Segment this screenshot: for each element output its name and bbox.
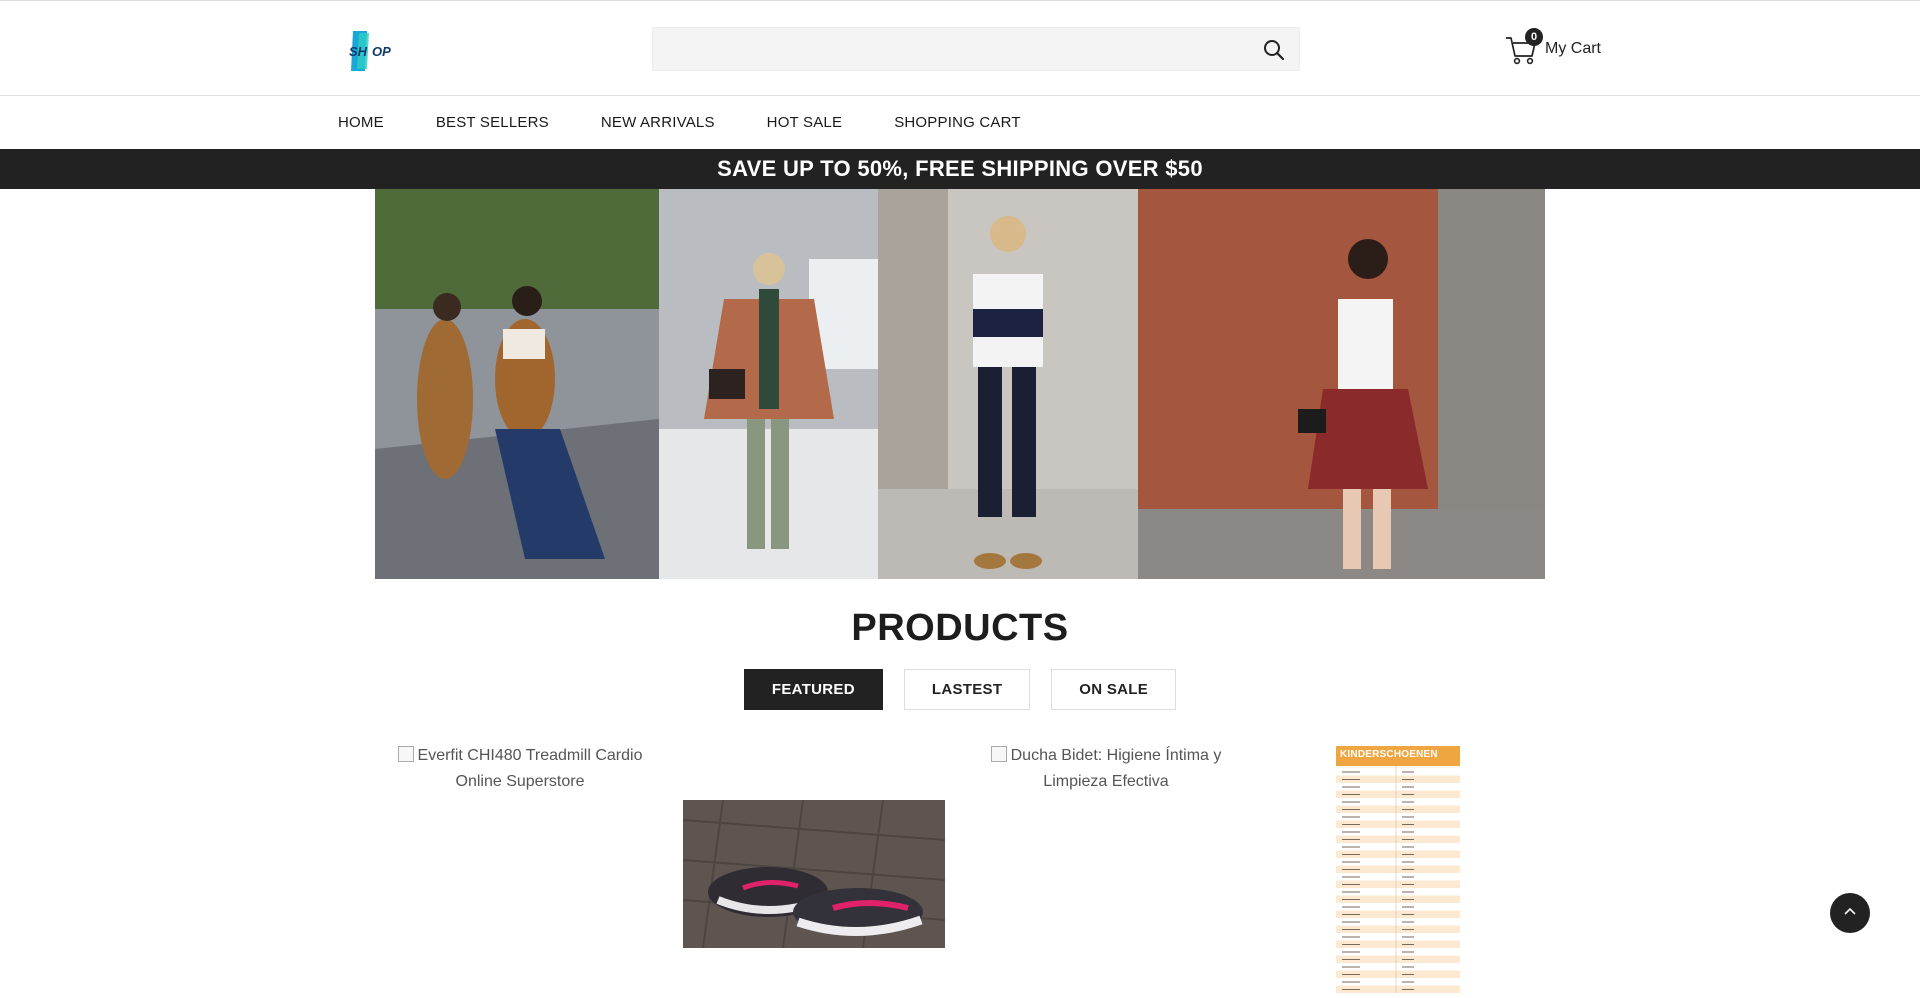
- broken-image-icon: [397, 746, 414, 762]
- svg-text:SH: SH: [349, 44, 368, 59]
- tab-on-sale[interactable]: ON SALE: [1051, 669, 1177, 710]
- hero-image-street-duo: [375, 189, 659, 579]
- cart-label: My Cart: [1545, 40, 1601, 57]
- nav-item-home[interactable]: HOME: [338, 114, 384, 131]
- product-card-treadmill[interactable]: Everfit CHI480 Treadmill Cardio Online S…: [388, 743, 652, 795]
- broken-image-icon: [990, 746, 1007, 762]
- hero-image-plaid-skirt: [1138, 189, 1545, 579]
- tab-lastest[interactable]: LASTEST: [903, 669, 1031, 710]
- hero-banner[interactable]: [375, 189, 1545, 579]
- product-tabs: FEATURED LASTEST ON SALE: [0, 669, 1920, 710]
- products-heading: PRODUCTS: [851, 607, 1069, 649]
- nav-item-best-sellers[interactable]: BEST SELLERS: [436, 114, 549, 131]
- nav-item-shopping-cart[interactable]: SHOPPING CART: [894, 114, 1021, 131]
- search-bar: [652, 27, 1300, 71]
- svg-text:OP: OP: [372, 44, 391, 59]
- hero-image-plaid-poncho: [659, 189, 878, 579]
- hero-image-striped-top: [878, 189, 1138, 579]
- shop-logo[interactable]: SH OP: [345, 29, 401, 73]
- main-nav: HOME BEST SELLERS NEW ARRIVALS HOT SALE …: [0, 96, 1920, 149]
- search-icon[interactable]: [1263, 39, 1285, 61]
- nav-item-new-arrivals[interactable]: NEW ARRIVALS: [601, 114, 715, 131]
- tab-featured[interactable]: FEATURED: [743, 669, 883, 710]
- search-input[interactable]: [653, 28, 1299, 70]
- product-image-sneakers[interactable]: [682, 799, 946, 949]
- cart-count-badge: 0: [1525, 28, 1543, 46]
- promo-banner: SAVE UP TO 50%, FREE SHIPPING OVER $50: [0, 149, 1920, 189]
- product-alt-line2: Limpieza Efectiva: [1043, 773, 1169, 790]
- product-card-bidet[interactable]: Ducha Bidet: Higiene Íntima y Limpieza E…: [972, 743, 1240, 795]
- product-alt-line2: Online Superstore: [455, 773, 585, 790]
- cart-icon: 0: [1505, 28, 1543, 66]
- size-chart-title: KINDERSCHOENEN: [1340, 749, 1438, 760]
- site-header: SH OP 0 My Cart: [0, 1, 1920, 96]
- product-image-size-chart[interactable]: KINDERSCHOENEN: [1336, 746, 1460, 993]
- cart-button[interactable]: 0 My Cart: [1505, 28, 1601, 69]
- nav-item-hot-sale[interactable]: HOT SALE: [767, 114, 843, 131]
- back-to-top-button[interactable]: [1830, 893, 1870, 933]
- product-alt-line1: Ducha Bidet: Higiene Íntima y: [1010, 747, 1222, 764]
- chevron-up-icon: [1842, 903, 1858, 924]
- product-alt-line1: Everfit CHI480 Treadmill Cardio: [417, 747, 643, 764]
